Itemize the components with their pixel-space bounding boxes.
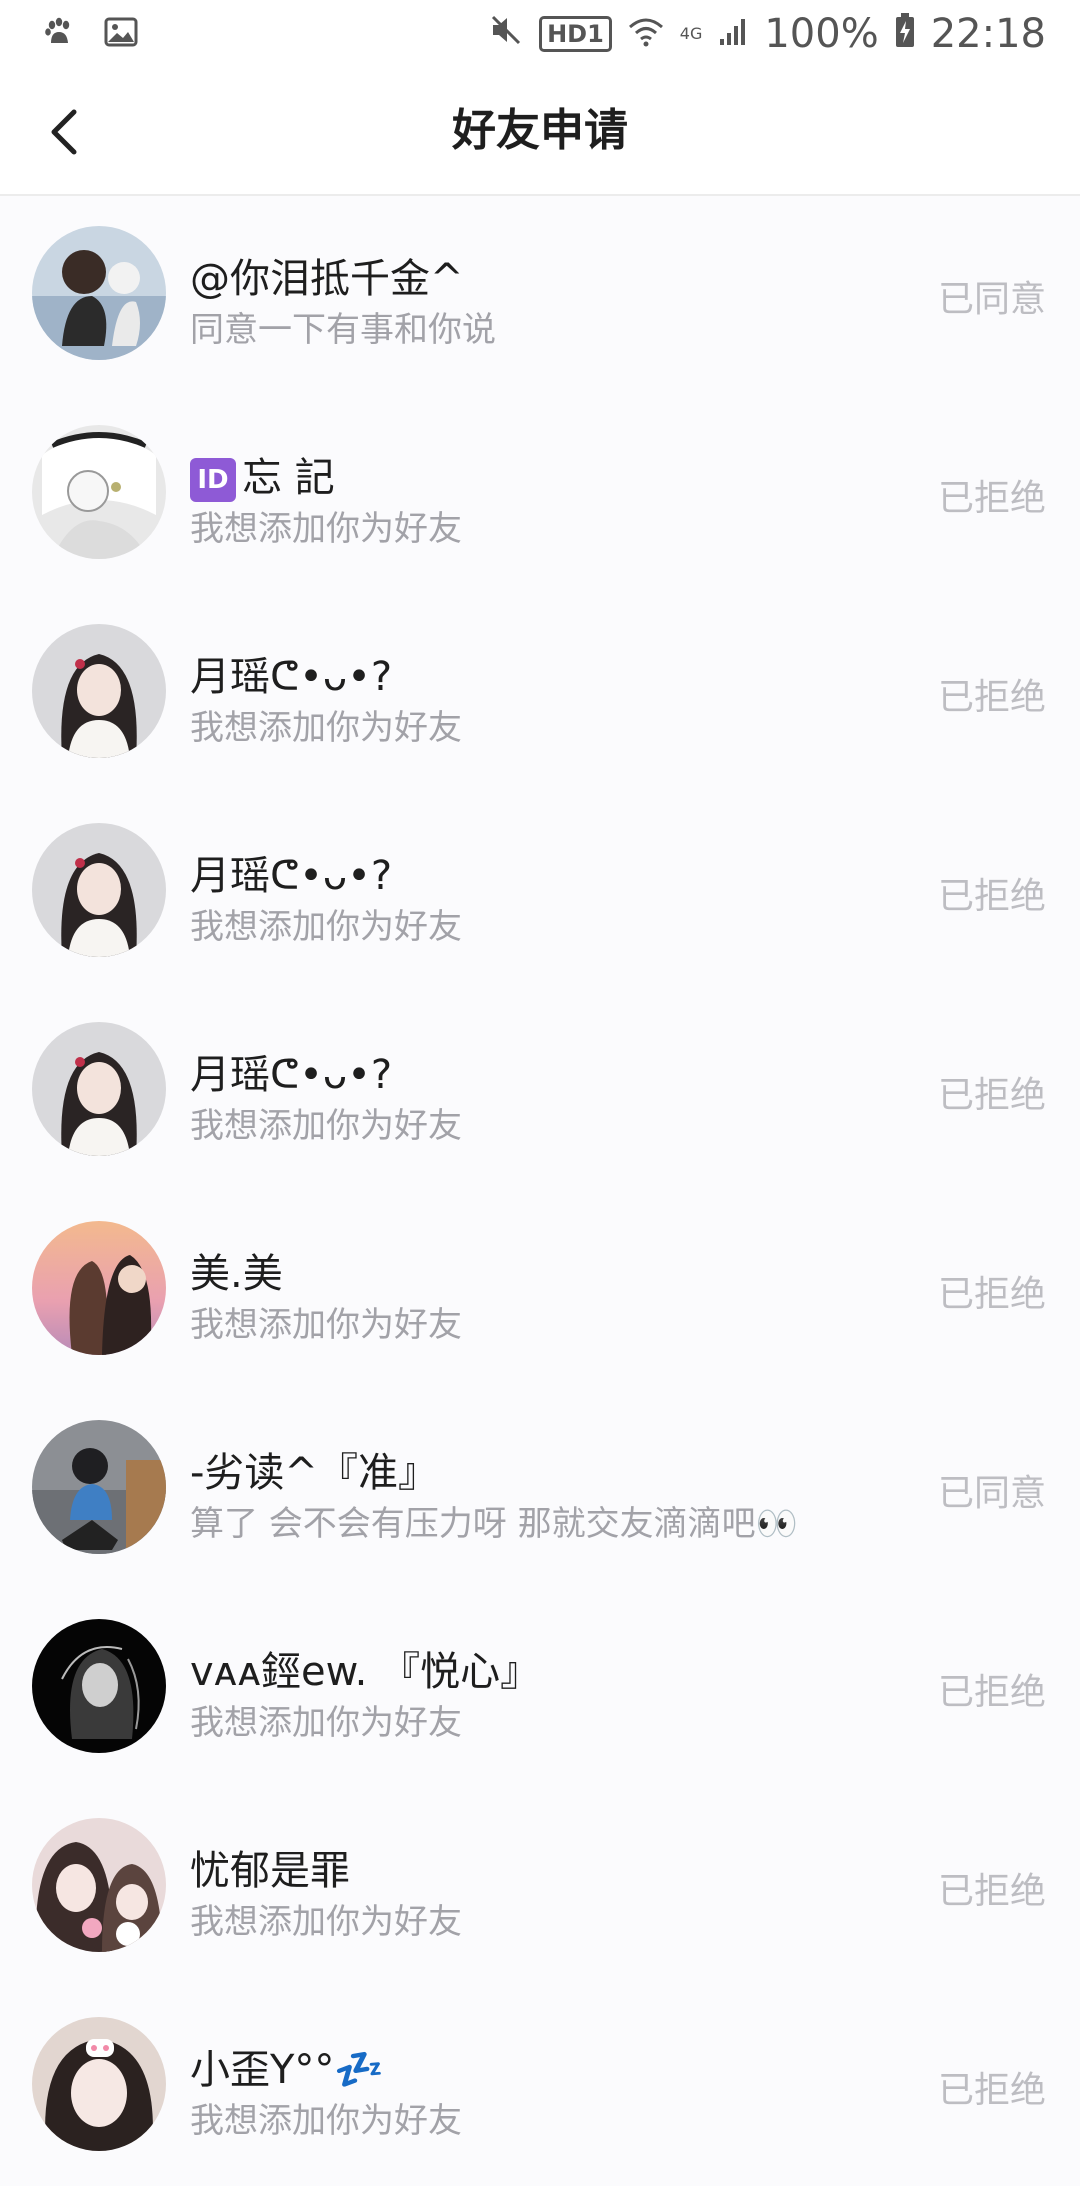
- nav-header: 好友申请: [0, 68, 1080, 196]
- request-message: 同意一下有事和你说: [190, 310, 496, 350]
- avatar[interactable]: [32, 1420, 166, 1554]
- hd-badge: HD1: [539, 16, 612, 52]
- request-status: 已拒绝: [937, 677, 1046, 718]
- signal-icon: [718, 11, 748, 57]
- avatar[interactable]: [32, 2017, 166, 2151]
- request-status: 已拒绝: [937, 478, 1046, 519]
- request-message: 我想添加你为好友: [190, 708, 462, 748]
- requester-name: 月瑶ᕦ•ᴗ•?: [190, 853, 393, 899]
- avatar[interactable]: [32, 1022, 166, 1156]
- requester-name: @你泪抵千金^: [190, 256, 464, 302]
- request-status: 已拒绝: [937, 1672, 1046, 1713]
- request-status: 已同意: [937, 1473, 1046, 1514]
- request-status: 已同意: [937, 279, 1046, 320]
- page-title: 好友申请: [452, 105, 628, 156]
- request-message: 我想添加你为好友: [190, 1902, 462, 1942]
- request-message: 我想添加你为好友: [190, 1106, 462, 1146]
- avatar[interactable]: [32, 1818, 166, 1952]
- requester-name-text: 忘 記: [242, 455, 335, 501]
- requester-name: 忧郁是罪: [190, 1848, 350, 1894]
- request-message: 我想添加你为好友: [190, 907, 462, 947]
- friend-request-row[interactable]: ID 忘 記 我想添加你为好友 已拒绝: [0, 395, 1080, 594]
- requester-name: ᴠᴀᴀ鋞ew. 『悦心』: [190, 1649, 541, 1695]
- request-message: 我想添加你为好友: [190, 509, 462, 549]
- wifi-icon: [628, 11, 664, 57]
- id-badge: ID: [190, 458, 236, 502]
- baidu-paw-icon: [44, 17, 74, 51]
- gallery-icon: [104, 17, 138, 51]
- battery-percent: 100%: [764, 11, 879, 57]
- request-status: 已拒绝: [937, 1871, 1046, 1912]
- avatar[interactable]: [32, 624, 166, 758]
- requester-name: ID 忘 記: [190, 445, 335, 503]
- requester-name: 小歪Y°°💤: [190, 2047, 385, 2093]
- friend-request-row[interactable]: 月瑶ᕦ•ᴗ•? 我想添加你为好友 已拒绝: [0, 793, 1080, 992]
- friend-request-row[interactable]: ᴠᴀᴀ鋞ew. 『悦心』 我想添加你为好友 已拒绝: [0, 1589, 1080, 1788]
- friend-request-row[interactable]: 美.美 我想添加你为好友 已拒绝: [0, 1191, 1080, 1390]
- request-status: 已拒绝: [937, 1274, 1046, 1315]
- requester-name: 月瑶ᕦ•ᴗ•?: [190, 1052, 393, 1098]
- avatar[interactable]: [32, 1221, 166, 1355]
- request-message: 算了 会不会有压力呀 那就交友滴滴吧👀: [190, 1504, 798, 1544]
- friend-request-row[interactable]: 月瑶ᕦ•ᴗ•? 我想添加你为好友 已拒绝: [0, 594, 1080, 793]
- friend-request-row[interactable]: -劣读^『准』 算了 会不会有压力呀 那就交友滴滴吧👀 已同意: [0, 1390, 1080, 1589]
- battery-charging-icon: [895, 11, 915, 57]
- requester-name: 月瑶ᕦ•ᴗ•?: [190, 654, 393, 700]
- friend-request-row[interactable]: @你泪抵千金^ 同意一下有事和你说 已同意: [0, 196, 1080, 395]
- requester-name: -劣读^『准』: [190, 1450, 438, 1496]
- avatar[interactable]: [32, 823, 166, 957]
- avatar[interactable]: [32, 425, 166, 559]
- clock: 22:18: [930, 11, 1046, 57]
- request-status: 已拒绝: [937, 1075, 1046, 1116]
- friend-request-row[interactable]: 忧郁是罪 我想添加你为好友 已拒绝: [0, 1788, 1080, 1987]
- request-status: 已拒绝: [937, 2070, 1046, 2111]
- request-message: 我想添加你为好友: [190, 2101, 462, 2141]
- friend-request-list: @你泪抵千金^ 同意一下有事和你说 已同意 ID 忘 記 我想添加你为好友 已拒绝: [0, 196, 1080, 2186]
- status-bar: HD1 4G 100% 22:18: [0, 0, 1080, 68]
- friend-request-row[interactable]: 月瑶ᕦ•ᴗ•? 我想添加你为好友 已拒绝: [0, 992, 1080, 1191]
- friend-request-row[interactable]: 小歪Y°°💤 我想添加你为好友 已拒绝: [0, 1987, 1080, 2186]
- requester-name: 美.美: [190, 1251, 283, 1297]
- request-status: 已拒绝: [937, 876, 1046, 917]
- avatar[interactable]: [32, 1619, 166, 1753]
- avatar[interactable]: [32, 226, 166, 360]
- mute-icon: [489, 11, 523, 57]
- request-message: 我想添加你为好友: [190, 1703, 462, 1743]
- network-type: 4G: [679, 24, 703, 43]
- request-message: 我想添加你为好友: [190, 1305, 462, 1345]
